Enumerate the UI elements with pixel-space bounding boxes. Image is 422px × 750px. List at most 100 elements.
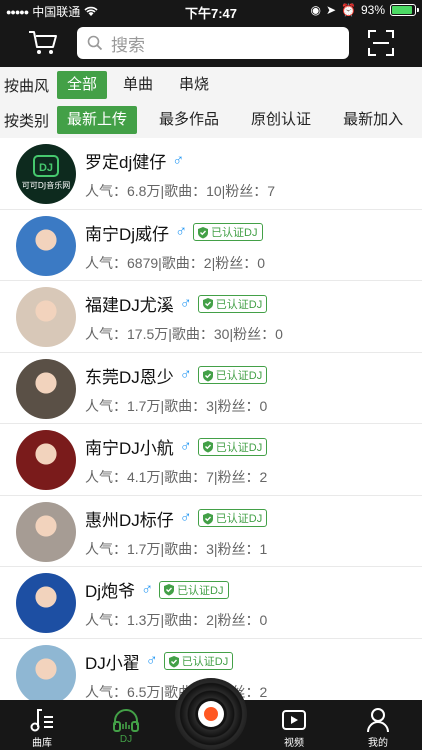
avatar[interactable] xyxy=(16,501,76,562)
category-chip-most-works[interactable]: 最多作品 xyxy=(149,106,229,134)
avatar[interactable] xyxy=(16,644,76,705)
avatar[interactable] xyxy=(16,573,76,633)
dj-name[interactable]: 福建DJ尤溪 xyxy=(85,291,174,316)
name-row: Dj炮爷 ♂ 已认证DJ xyxy=(85,577,229,602)
location-icon: ➤ xyxy=(325,3,337,17)
player-disc-center-icon xyxy=(198,701,224,727)
tab-dj[interactable]: DJ xyxy=(96,706,156,745)
list-item[interactable]: 南宁Dj威仔 ♂ 已认证DJ 人气：6879|歌曲：2|粉丝：0 xyxy=(0,210,422,281)
list-item[interactable]: DJ 可可DJ音乐网 罗定dj健仔 ♂ 人气：6.8万|歌曲：10|粉丝：7 xyxy=(0,138,422,210)
male-icon: ♂ xyxy=(141,580,154,598)
list-item[interactable]: 东莞DJ恩少 ♂ 已认证DJ 人气：1.7万|歌曲：3|粉丝：0 xyxy=(0,353,422,424)
style-chip-medley[interactable]: 串烧 xyxy=(169,71,219,99)
name-row: DJ小翟 ♂ 已认证DJ xyxy=(85,649,234,674)
list-item[interactable]: 福建DJ尤溪 ♂ 已认证DJ 人气：17.5万|歌曲：30|粉丝：0 xyxy=(0,281,422,353)
tab-me-label: 我的 xyxy=(368,738,388,749)
verified-badge: 已认证DJ xyxy=(163,652,234,670)
name-row: 惠州DJ标仔 ♂ 已认证DJ xyxy=(85,506,268,531)
dj-list: DJ 可可DJ音乐网 罗定dj健仔 ♂ 人气：6.8万|歌曲：10|粉丝：7 南宁Dj威仔… xyxy=(0,138,422,710)
filter-panel: 按曲风 全部 单曲 串烧 按类别 最新上传 最多作品 原创认证 最新加入 xyxy=(0,67,422,138)
svg-text:DJ: DJ xyxy=(39,162,53,174)
verified-badge: 已认证DJ xyxy=(197,366,268,384)
avatar[interactable] xyxy=(16,215,76,276)
category-filter-row: 按类别 最新上传 最多作品 原创认证 最新加入 xyxy=(0,104,419,136)
shield-check-icon xyxy=(164,584,175,596)
shield-check-icon xyxy=(202,512,213,524)
user-icon xyxy=(367,708,389,733)
cart-icon[interactable] xyxy=(28,30,58,56)
shield-check-icon xyxy=(202,298,213,310)
verified-label: 已认证DJ xyxy=(211,227,258,239)
name-row: 东莞DJ恩少 ♂ 已认证DJ xyxy=(85,363,268,388)
tab-video-label: 视频 xyxy=(284,738,304,749)
svg-text:可可DJ音乐网: 可可DJ音乐网 xyxy=(22,180,71,190)
category-filter-label: 按类别 xyxy=(4,112,50,130)
verified-badge: 已认证DJ xyxy=(193,223,263,241)
avatar[interactable] xyxy=(16,358,76,419)
dj-name[interactable]: 南宁DJ小航 xyxy=(85,434,174,459)
avatar[interactable] xyxy=(16,287,76,347)
search-placeholder: 搜索 xyxy=(111,35,145,55)
tab-me[interactable]: 我的 xyxy=(348,706,408,749)
male-icon: ♂ xyxy=(179,366,192,383)
verified-badge: 已认证DJ xyxy=(197,294,268,313)
dj-name[interactable]: Dj炮爷 xyxy=(85,577,135,602)
scan-icon[interactable] xyxy=(368,30,394,56)
verified-label: 已认证DJ xyxy=(215,513,263,525)
style-chip-all[interactable]: 全部 xyxy=(57,71,108,99)
player-disc-button[interactable] xyxy=(175,678,247,750)
verified-label: 已认证DJ xyxy=(215,298,263,311)
category-chip-original[interactable]: 原创认证 xyxy=(241,106,321,134)
list-item[interactable]: 惠州DJ标仔 ♂ 已认证DJ 人气：1.7万|歌曲：3|粉丝：1 xyxy=(0,496,422,567)
tab-library-label: 曲库 xyxy=(32,738,52,749)
dj-name[interactable]: DJ小翟 xyxy=(85,649,140,674)
male-icon: ♂ xyxy=(172,151,185,169)
dj-stats: 人气：1.7万|歌曲：3|粉丝：1 xyxy=(85,540,268,557)
battery-icon xyxy=(390,4,419,16)
verified-badge: 已认证DJ xyxy=(197,437,268,456)
tab-video[interactable]: 视频 xyxy=(264,706,324,749)
dj-stats: 人气：4.1万|歌曲：7|粉丝：2 xyxy=(85,469,268,485)
video-icon xyxy=(282,710,306,730)
dj-stats: 人气：6.8万|歌曲：10|粉丝：7 xyxy=(85,183,276,199)
status-bar: ●●●●● 中国联通 下午7:47 ◉ ➤ ⏰ 93% xyxy=(0,0,422,22)
style-filter-label: 按曲风 xyxy=(4,77,50,95)
dj-name[interactable]: 南宁Dj威仔 xyxy=(85,220,169,245)
verified-badge: 已认证DJ xyxy=(159,580,229,599)
tab-library[interactable]: 曲库 xyxy=(12,706,72,749)
verified-label: 已认证DJ xyxy=(177,584,224,597)
avatar[interactable]: DJ 可可DJ音乐网 xyxy=(16,144,76,204)
name-row: 南宁Dj威仔 ♂ 已认证DJ xyxy=(85,220,263,245)
name-row: 罗定dj健仔 ♂ xyxy=(85,148,184,173)
avatar[interactable] xyxy=(16,430,76,490)
shield-check-icon xyxy=(202,441,213,453)
male-icon: ♂ xyxy=(179,294,192,312)
male-icon: ♂ xyxy=(145,652,158,669)
list-item[interactable]: Dj炮爷 ♂ 已认证DJ 人气：1.3万|歌曲：2|粉丝：0 xyxy=(0,567,422,639)
shield-check-icon xyxy=(198,226,209,238)
list-item[interactable]: 南宁DJ小航 ♂ 已认证DJ 人气：4.1万|歌曲：7|粉丝：2 xyxy=(0,424,422,496)
dj-name[interactable]: 罗定dj健仔 xyxy=(85,148,166,173)
male-icon: ♂ xyxy=(175,223,188,240)
dj-stats: 人气：17.5万|歌曲：30|粉丝：0 xyxy=(85,326,283,342)
header: ●●●●● 中国联通 下午7:47 ◉ ➤ ⏰ 93% 搜索 xyxy=(0,0,422,67)
dj-stats: 人气：6879|歌曲：2|粉丝：0 xyxy=(85,254,265,271)
battery-percent: 93% xyxy=(360,3,385,17)
name-row: 南宁DJ小航 ♂ 已认证DJ xyxy=(85,434,268,459)
dj-stats: 人气：1.3万|歌曲：2|粉丝：0 xyxy=(85,612,268,628)
dj-name[interactable]: 东莞DJ恩少 xyxy=(85,363,174,388)
lock-rotation-icon: ◉ xyxy=(310,3,321,17)
search-input[interactable]: 搜索 xyxy=(77,27,349,59)
dj-name[interactable]: 惠州DJ标仔 xyxy=(85,506,174,531)
category-chip-newest-join[interactable]: 最新加入 xyxy=(333,106,413,134)
male-icon: ♂ xyxy=(179,509,192,526)
alarm-icon: ⏰ xyxy=(341,3,356,17)
verified-label: 已认证DJ xyxy=(215,441,263,454)
category-chip-latest-upload[interactable]: 最新上传 xyxy=(57,106,138,134)
style-chip-single[interactable]: 单曲 xyxy=(113,71,163,99)
dj-stats: 人气：1.7万|歌曲：3|粉丝：0 xyxy=(85,397,268,414)
male-icon: ♂ xyxy=(179,437,192,455)
search-icon xyxy=(87,35,103,51)
shield-check-icon xyxy=(202,369,213,381)
style-filter-row: 按曲风 全部 单曲 串烧 xyxy=(0,69,225,101)
